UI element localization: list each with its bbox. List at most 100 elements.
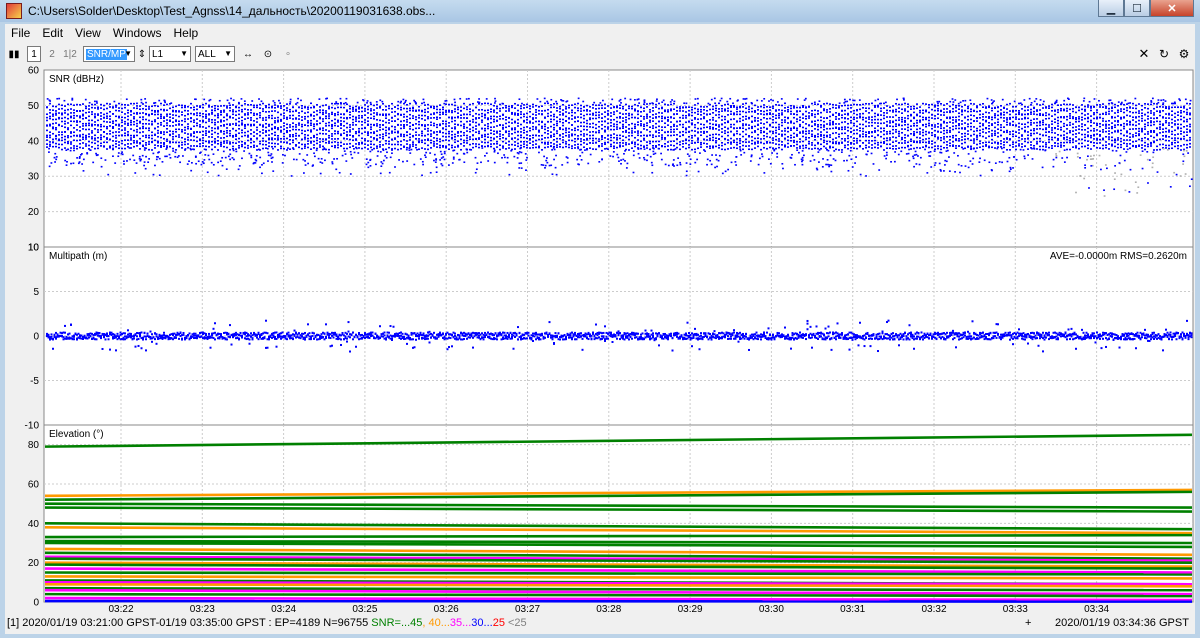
plot-area[interactable]: 605040302010SNR (dBHz)1050-5-10Multipath…: [5, 66, 1195, 614]
snr-point: [610, 119, 612, 121]
snr-point: [193, 135, 195, 138]
point-icon[interactable]: ∘: [281, 46, 295, 62]
snr-point: [781, 121, 783, 124]
plot-type-select[interactable]: SNR/MP ▼: [83, 46, 135, 62]
snr-point: [811, 125, 813, 128]
snr-point: [961, 123, 963, 125]
reload-icon[interactable]: ↻: [1157, 46, 1171, 62]
snr-point: [892, 121, 894, 124]
menu-windows[interactable]: Windows: [107, 24, 168, 42]
y-tick-label: 50: [28, 101, 40, 112]
satellite-select[interactable]: ALL ▼: [195, 46, 235, 62]
snr-point: [217, 105, 219, 108]
snr-point: [295, 126, 297, 128]
snr-point: [229, 109, 231, 112]
pause-icon[interactable]: ▮▮: [9, 46, 20, 62]
snr-point: [172, 138, 174, 140]
snr-point: [211, 119, 213, 121]
menu-edit[interactable]: Edit: [36, 24, 69, 42]
snr-point: [535, 120, 537, 123]
snr-point: [709, 137, 711, 140]
snr-point: [295, 132, 297, 135]
snr-point: [253, 104, 255, 107]
snr-point: [1144, 113, 1146, 116]
snr-point: [868, 131, 870, 133]
clear-icon[interactable]: ✕: [1137, 46, 1151, 62]
snr-point: [574, 127, 576, 130]
snr-point: [916, 122, 918, 124]
snr-point: [592, 134, 594, 137]
snr-point: [1081, 104, 1083, 106]
center-icon[interactable]: ⊙: [261, 46, 275, 62]
snr-point: [1144, 137, 1146, 139]
snr-point: [1159, 114, 1161, 117]
snr-point: [973, 138, 975, 140]
panel-title: SNR (dBHz): [49, 74, 104, 85]
spin-updown-icon[interactable]: ⇕: [137, 46, 147, 62]
snr-point: [751, 139, 753, 142]
snr-point: [1117, 143, 1119, 146]
snr-point: [973, 130, 975, 133]
snr-point: [757, 117, 759, 119]
snr-point: [1030, 119, 1032, 122]
snr-point: [460, 138, 462, 141]
menu-file[interactable]: File: [5, 24, 36, 42]
maximize-button[interactable]: ☐: [1124, 0, 1150, 17]
snr-point: [772, 107, 774, 110]
snr-point: [649, 116, 651, 118]
snr-point: [418, 120, 420, 123]
snr-point: [970, 110, 972, 113]
snr-point: [1132, 111, 1134, 114]
snr-point: [1162, 138, 1164, 140]
snr-point: [958, 122, 960, 125]
menu-view[interactable]: View: [69, 24, 107, 42]
snr-point: [520, 140, 522, 143]
snr-point: [880, 107, 882, 110]
snr-point: [1045, 131, 1047, 134]
snr-point: [961, 127, 963, 130]
frame-12-button[interactable]: 1|2: [61, 46, 79, 62]
snr-point: [187, 105, 189, 108]
snr-point: [121, 121, 123, 124]
snr-point: [601, 113, 603, 115]
snr-point: [409, 125, 411, 128]
snr-point: [283, 138, 285, 140]
snr-point: [910, 138, 912, 141]
gear-icon[interactable]: ⚙: [1177, 46, 1191, 62]
fit-horizontal-icon[interactable]: ↔: [241, 46, 255, 62]
close-button[interactable]: ✕: [1150, 0, 1194, 17]
snr-point: [91, 130, 93, 132]
snr-point: [808, 115, 810, 117]
frequency-select[interactable]: L1 ▼: [149, 46, 191, 62]
snr-point: [664, 110, 666, 113]
snr-point: [928, 119, 930, 122]
snr-point: [1084, 129, 1086, 131]
snr-point: [1111, 122, 1113, 124]
snr-point: [643, 137, 645, 140]
snr-point: [784, 130, 786, 132]
snr-point: [265, 140, 267, 143]
snr-point: [1141, 139, 1143, 142]
snr-point: [448, 109, 450, 112]
snr-point: [88, 140, 90, 143]
frame-1-button[interactable]: 1: [27, 46, 41, 62]
snr-point: [403, 133, 405, 136]
frame-2-button[interactable]: 2: [45, 46, 59, 62]
snr-point: [547, 146, 549, 148]
snr-point: [571, 111, 573, 114]
snr-point: [151, 131, 153, 134]
snr-point: [400, 135, 402, 137]
menu-help[interactable]: Help: [168, 24, 205, 42]
snr-point: [616, 126, 618, 128]
snr-point: [742, 144, 744, 147]
snr-point: [469, 113, 471, 116]
snr-point: [865, 107, 867, 109]
snr-point: [1141, 104, 1143, 107]
snr-point: [703, 117, 705, 120]
snr-point: [580, 140, 582, 143]
snr-point: [79, 134, 81, 136]
snr-point: [496, 142, 498, 145]
snr-point: [346, 110, 348, 113]
minimize-button[interactable]: ▁: [1098, 0, 1124, 17]
snr-point: [277, 121, 279, 123]
